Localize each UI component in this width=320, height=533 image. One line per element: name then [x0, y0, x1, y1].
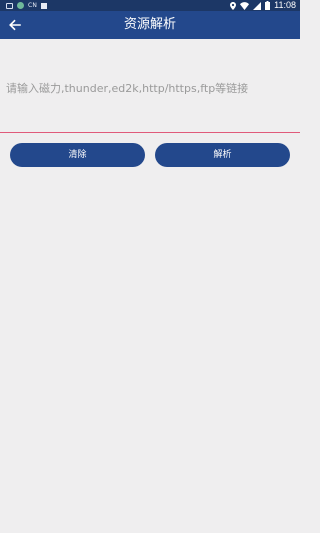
clear-button[interactable]: 清除: [10, 143, 145, 167]
parse-button[interactable]: 解析: [155, 143, 290, 167]
status-system-icons: 11:08: [230, 0, 296, 11]
location-icon: [230, 1, 237, 10]
link-input[interactable]: [0, 40, 300, 132]
app-notification-icon: [17, 2, 24, 9]
signal-icon: [253, 1, 262, 10]
status-time: 11:08: [274, 0, 296, 10]
app-bar: 资源解析: [0, 11, 300, 39]
link-input-container: [0, 40, 300, 133]
battery-icon: [265, 1, 271, 10]
page-title: 资源解析: [123, 17, 176, 32]
status-bar: CN 11:08: [0, 0, 300, 11]
notification-text: CN: [28, 2, 38, 9]
wifi-icon: [240, 1, 250, 10]
app-square-notification-icon: [41, 2, 48, 9]
status-notifications: CN: [6, 0, 48, 11]
messages-notification-icon: [6, 2, 13, 9]
